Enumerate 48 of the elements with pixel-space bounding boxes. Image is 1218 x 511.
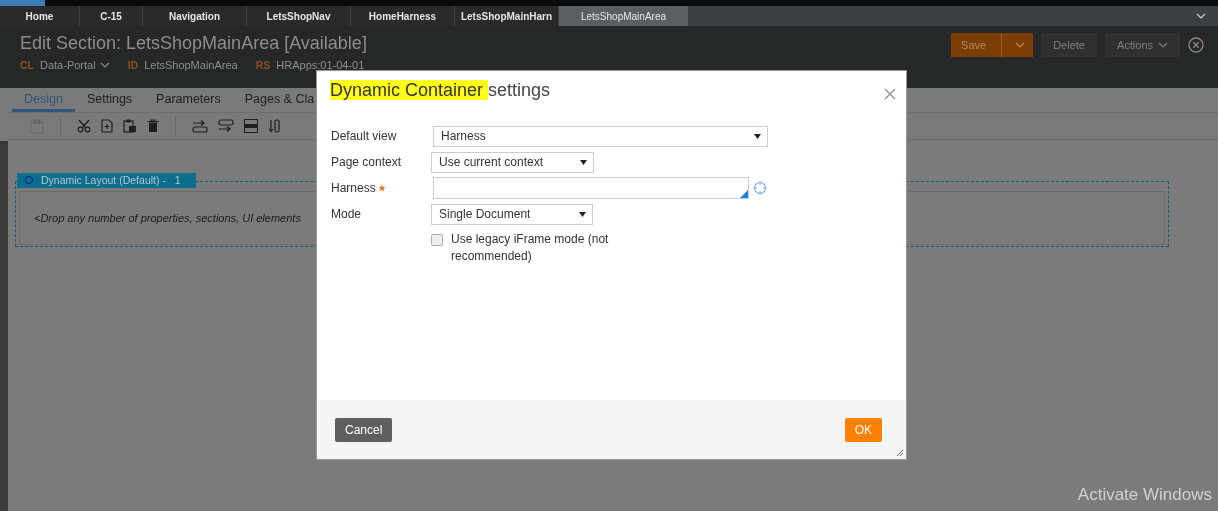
rule-tab[interactable]: Parameters (144, 88, 233, 112)
document-tab[interactable]: LetsShopMainArea (559, 6, 689, 26)
triangle-down-icon (579, 211, 586, 217)
rule-tab[interactable]: Settings (74, 88, 145, 112)
add-page-icon[interactable] (101, 119, 113, 133)
triangle-down-icon (754, 133, 761, 139)
actions-menu-button[interactable]: Actions (1104, 33, 1180, 57)
resize-grip-icon[interactable] (896, 449, 904, 457)
dropdown-field[interactable]: Harness (433, 125, 768, 147)
dialog-title: Dynamic Container settings (330, 80, 551, 101)
field-label: Page context (331, 155, 403, 169)
class-dropdown[interactable]: Data-Portal (40, 59, 110, 71)
field-key: ID (127, 59, 139, 71)
chevron-down-icon (1015, 42, 1026, 48)
document-tab[interactable]: C-15 (80, 6, 143, 26)
trash-icon[interactable] (147, 119, 159, 133)
document-tab[interactable]: Navigation (143, 6, 247, 26)
document-tab[interactable]: LetsShopMainHarn (455, 6, 559, 26)
scissors-icon[interactable] (77, 119, 91, 133)
page-title: Edit Section: LetsShopMainArea [Available] (20, 32, 367, 54)
clipboard-icon[interactable] (30, 118, 44, 134)
autocomplete-field[interactable] (433, 177, 749, 199)
required-star-icon (377, 184, 386, 192)
layout-icon[interactable] (244, 119, 258, 133)
delete-button[interactable]: Delete (1041, 33, 1097, 57)
arrow-rows-icon[interactable] (192, 119, 208, 133)
document-tab[interactable]: HomeHarness (351, 6, 455, 26)
field-label: Default view (331, 129, 398, 143)
chevron-down-icon (1158, 42, 1168, 48)
field-label: Mode (331, 207, 363, 221)
paste-icon[interactable] (123, 119, 137, 133)
crosshair-icon[interactable] (753, 181, 767, 195)
triangle-down-icon (580, 159, 587, 165)
dropdown-field[interactable]: Use current context (431, 151, 594, 173)
sort-icon[interactable] (268, 119, 280, 133)
dropdown-field[interactable]: Single Document (431, 203, 593, 225)
cancel-button[interactable]: Cancel (335, 417, 393, 442)
layout-header[interactable]: Dynamic Layout (Default) - 1 (17, 172, 196, 188)
chevron-down-icon (1196, 13, 1206, 19)
activation-notice: Activate Windows (1077, 485, 1212, 504)
close-icon[interactable] (1188, 37, 1204, 53)
document-tab[interactable]: LetsShopNav (247, 6, 351, 26)
field-key: CL (20, 59, 34, 71)
rule-tab[interactable]: Pages & Cla (232, 88, 327, 112)
document-tab[interactable]: Home (0, 6, 80, 26)
arrow-rows-icon[interactable] (218, 119, 234, 133)
chevron-down-icon (99, 62, 110, 68)
field-key: RS (255, 59, 271, 71)
